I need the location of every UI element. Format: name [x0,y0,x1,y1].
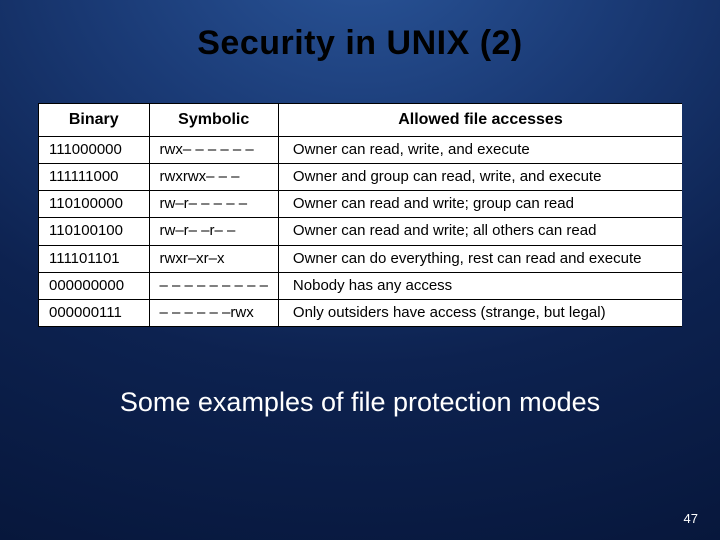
cell-symbolic: – – – – – –rwx [149,300,278,327]
table-row: 110100100 rw–r– –r– – Owner can read and… [39,218,682,245]
cell-symbolic: rw–r– –r– – [149,218,278,245]
cell-access: Owner can read and write; group can read [278,191,682,218]
permissions-table-container: Binary Symbolic Allowed file accesses 11… [38,103,682,327]
table-row: 111101101 rwxr–xr–x Owner can do everyth… [39,245,682,272]
cell-access: Owner can do everything, rest can read a… [278,245,682,272]
cell-symbolic: rwxrwx– – – [149,163,278,190]
cell-binary: 110100100 [39,218,149,245]
cell-binary: 111111000 [39,163,149,190]
col-header-binary: Binary [39,104,149,136]
cell-binary: 000000111 [39,300,149,327]
cell-access: Owner can read, write, and execute [278,136,682,163]
cell-access: Only outsiders have access (strange, but… [278,300,682,327]
table-row: 111111000 rwxrwx– – – Owner and group ca… [39,163,682,190]
cell-binary: 000000000 [39,272,149,299]
col-header-access: Allowed file accesses [278,104,682,136]
table-row: 110100000 rw–r– – – – – Owner can read a… [39,191,682,218]
cell-access: Owner and group can read, write, and exe… [278,163,682,190]
slide: Security in UNIX (2) Binary Symbolic All… [0,0,720,540]
slide-title: Security in UNIX (2) [0,24,720,63]
cell-access: Owner can read and write; all others can… [278,218,682,245]
table-row: 000000000 – – – – – – – – – Nobody has a… [39,272,682,299]
page-number: 47 [684,511,698,526]
table-row: 111000000 rwx– – – – – – Owner can read,… [39,136,682,163]
cell-binary: 111101101 [39,245,149,272]
permissions-table: Binary Symbolic Allowed file accesses 11… [39,104,682,327]
table-header-row: Binary Symbolic Allowed file accesses [39,104,682,136]
cell-symbolic: rwx– – – – – – [149,136,278,163]
cell-symbolic: rw–r– – – – – [149,191,278,218]
cell-symbolic: rwxr–xr–x [149,245,278,272]
cell-binary: 110100000 [39,191,149,218]
col-header-symbolic: Symbolic [149,104,278,136]
cell-symbolic: – – – – – – – – – [149,272,278,299]
cell-access: Nobody has any access [278,272,682,299]
cell-binary: 111000000 [39,136,149,163]
slide-caption: Some examples of file protection modes [0,387,720,418]
table-row: 000000111 – – – – – –rwx Only outsiders … [39,300,682,327]
